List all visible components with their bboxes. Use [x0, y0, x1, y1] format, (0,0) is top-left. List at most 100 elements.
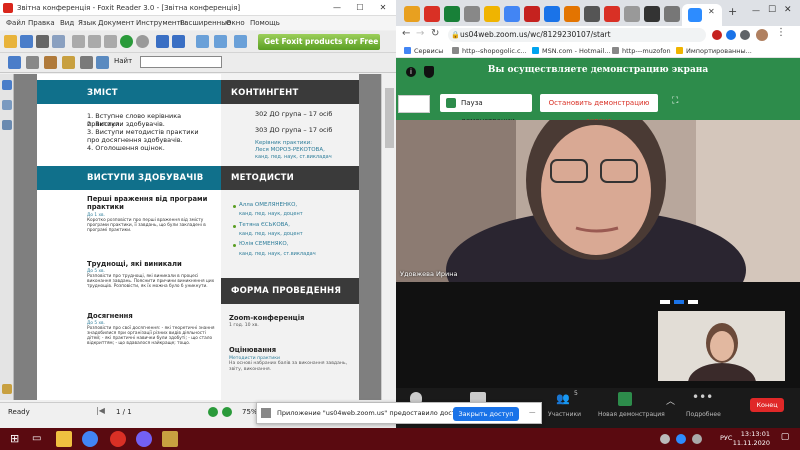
- tab-icon[interactable]: [624, 6, 640, 22]
- tab-icon[interactable]: [604, 6, 620, 22]
- language-indicator[interactable]: РУС: [720, 434, 732, 442]
- profile-avatar[interactable]: [756, 29, 768, 41]
- tab-icon[interactable]: [584, 6, 600, 22]
- bookmark-item[interactable]: http--shopogolic.c...: [452, 44, 527, 58]
- zoom-out-icon[interactable]: [172, 35, 185, 48]
- back-icon[interactable]: ←: [402, 28, 410, 39]
- extension-icon[interactable]: [740, 30, 750, 40]
- next-page-icon[interactable]: [104, 35, 117, 48]
- bookmark-item[interactable]: Сервисы: [404, 44, 443, 58]
- tab-zoom-active[interactable]: ✕: [682, 4, 722, 26]
- task-view-icon[interactable]: ▭: [32, 431, 48, 447]
- windows-start-icon[interactable]: ⊞: [10, 431, 26, 447]
- link-icon[interactable]: [96, 56, 109, 69]
- tab-icon[interactable]: [424, 6, 440, 22]
- close-icon[interactable]: ✕: [372, 0, 394, 16]
- drag-handle-icon[interactable]: [261, 408, 271, 418]
- fit-page-icon[interactable]: [196, 35, 209, 48]
- tab-icon[interactable]: [404, 6, 420, 22]
- maximize-icon[interactable]: ☐: [768, 5, 776, 15]
- viber-taskbar-icon[interactable]: [136, 431, 152, 447]
- extension-icon[interactable]: [726, 30, 736, 40]
- tray-icon[interactable]: [660, 434, 670, 444]
- bookmarks-icon[interactable]: [2, 80, 12, 90]
- speaker-video[interactable]: Удовжева Ирина: [396, 120, 800, 282]
- end-meeting-button[interactable]: Конец: [750, 398, 784, 412]
- fullscreen-icon[interactable]: ⛶: [672, 96, 678, 106]
- open-icon[interactable]: [4, 35, 17, 48]
- layout-icon[interactable]: [660, 300, 670, 304]
- share-options-icon[interactable]: ︿: [666, 394, 675, 407]
- tab-icon[interactable]: [504, 6, 520, 22]
- layout-icon[interactable]: [688, 300, 698, 304]
- notification-center-icon[interactable]: ▢: [778, 432, 792, 446]
- reload-icon[interactable]: ↻: [431, 28, 439, 39]
- typewriter-icon[interactable]: [80, 56, 93, 69]
- tab-icon[interactable]: [464, 6, 480, 22]
- opera-taskbar-icon[interactable]: [110, 431, 126, 447]
- layout-icon[interactable]: [674, 300, 684, 304]
- maximize-icon[interactable]: ☐: [349, 0, 371, 16]
- menu-tools[interactable]: Инструменты: [136, 16, 186, 30]
- print-icon[interactable]: [36, 35, 49, 48]
- chrome-taskbar-icon[interactable]: [82, 431, 98, 447]
- extension-icon[interactable]: [712, 30, 722, 40]
- menu-edit[interactable]: Правка: [28, 16, 55, 30]
- bookmark-item[interactable]: Импортированны...: [676, 44, 752, 58]
- tab-icon[interactable]: [524, 6, 540, 22]
- menu-advanced[interactable]: Расширенные: [180, 16, 231, 30]
- new-tab-icon[interactable]: +: [728, 5, 737, 18]
- forward-icon[interactable]: →: [416, 28, 424, 39]
- tab-icon[interactable]: [664, 6, 680, 22]
- hide-notification-icon[interactable]: —: [529, 408, 536, 416]
- vertical-scrollbar[interactable]: [381, 74, 396, 400]
- tab-icon[interactable]: [564, 6, 580, 22]
- stop-share-button[interactable]: Остановить демонстрацию экрана: [540, 94, 658, 125]
- menu-file[interactable]: Файл: [6, 16, 25, 30]
- note-icon[interactable]: [62, 56, 75, 69]
- menu-language[interactable]: Язык: [78, 16, 96, 30]
- previous-page-icon[interactable]: [88, 35, 101, 48]
- hand-tool-icon[interactable]: [8, 56, 21, 69]
- select-text-icon[interactable]: [26, 56, 39, 69]
- layers-icon[interactable]: [2, 120, 12, 130]
- network-icon[interactable]: [692, 434, 702, 444]
- bookmark-item[interactable]: MSN.com - Hotmail...: [532, 44, 611, 58]
- participants-icon[interactable]: 👥: [556, 392, 572, 406]
- menu-document[interactable]: Документ: [98, 16, 134, 30]
- zoom-out-status-icon[interactable]: [222, 407, 232, 417]
- snapshot-icon[interactable]: [44, 56, 57, 69]
- fit-width-icon[interactable]: [214, 35, 227, 48]
- first-page-icon[interactable]: [72, 35, 85, 48]
- tab-icon[interactable]: [444, 6, 460, 22]
- rotate-icon[interactable]: [234, 35, 247, 48]
- attachment-icon[interactable]: [2, 384, 12, 394]
- close-tab-icon[interactable]: ✕: [708, 7, 715, 16]
- bookmark-item[interactable]: http---muzofon: [612, 44, 671, 58]
- minimize-icon[interactable]: —: [326, 0, 348, 16]
- stop-sharing-access-button[interactable]: Закрыть доступ: [453, 407, 519, 421]
- page-indicator[interactable]: 1 / 1: [116, 408, 132, 416]
- go-back-icon[interactable]: [120, 35, 133, 48]
- email-icon[interactable]: [52, 35, 65, 48]
- more-icon[interactable]: •••: [692, 390, 713, 404]
- file-explorer-icon[interactable]: [56, 431, 72, 447]
- chrome-menu-icon[interactable]: ⋮: [776, 27, 786, 38]
- new-share-icon[interactable]: [618, 392, 632, 406]
- go-forward-icon[interactable]: [136, 35, 149, 48]
- menu-help[interactable]: Помощь: [250, 16, 280, 30]
- zoom-tray-icon[interactable]: [676, 434, 686, 444]
- tab-icon[interactable]: [644, 6, 660, 22]
- zoom-in-status-icon[interactable]: [208, 407, 218, 417]
- tab-icon[interactable]: [544, 6, 560, 22]
- find-input[interactable]: [140, 56, 222, 68]
- zoom-in-icon[interactable]: [156, 35, 169, 48]
- save-icon[interactable]: [20, 35, 33, 48]
- foxit-taskbar-icon[interactable]: [162, 431, 178, 447]
- url-field[interactable]: 🔒 us04web.zoom.us/wc/8129230107/start: [448, 28, 706, 42]
- menu-view[interactable]: Вид: [60, 16, 74, 30]
- more-label[interactable]: Подробнее: [686, 411, 721, 418]
- clock[interactable]: 13:13:01 11.11.2020: [733, 430, 770, 448]
- self-view-video[interactable]: [658, 311, 785, 381]
- pause-share-button[interactable]: Пауза демонстрации: [440, 94, 532, 125]
